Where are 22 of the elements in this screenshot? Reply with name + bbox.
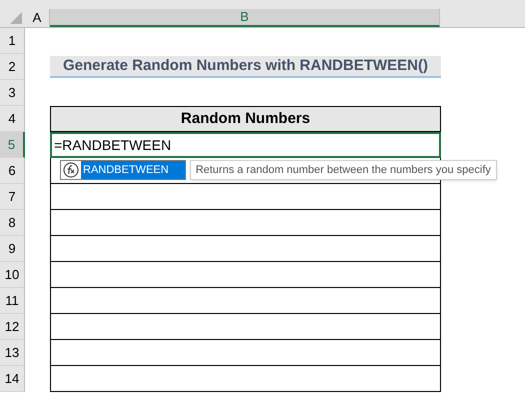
- row-header[interactable]: 12: [0, 314, 25, 340]
- row-header[interactable]: 8: [0, 210, 25, 236]
- active-cell[interactable]: =RANDBETWEEN: [50, 132, 441, 158]
- row-header[interactable]: 14: [0, 366, 25, 392]
- row-header[interactable]: 7: [0, 184, 25, 210]
- row-header[interactable]: 1: [0, 28, 25, 54]
- row-header[interactable]: 13: [0, 340, 25, 366]
- table-header-cell: Random Numbers: [50, 106, 441, 132]
- function-tooltip: Returns a random number between the numbers you specify: [190, 160, 497, 180]
- row-header[interactable]: 3: [0, 80, 25, 106]
- row-header[interactable]: 10: [0, 262, 25, 288]
- row-header[interactable]: 4: [0, 106, 25, 132]
- corner-triangle-icon: [10, 12, 22, 24]
- row-header[interactable]: 6: [0, 158, 25, 184]
- function-icon: [63, 162, 79, 178]
- autocomplete-item[interactable]: RANDBETWEEN: [60, 160, 186, 180]
- row-header[interactable]: 5: [0, 132, 25, 158]
- title-cell: Generate Random Numbers with RANDBETWEEN(): [50, 56, 441, 78]
- row-header[interactable]: 11: [0, 288, 25, 314]
- column-header[interactable]: B: [50, 9, 440, 27]
- row-header[interactable]: 2: [0, 54, 25, 80]
- row-header[interactable]: 9: [0, 236, 25, 262]
